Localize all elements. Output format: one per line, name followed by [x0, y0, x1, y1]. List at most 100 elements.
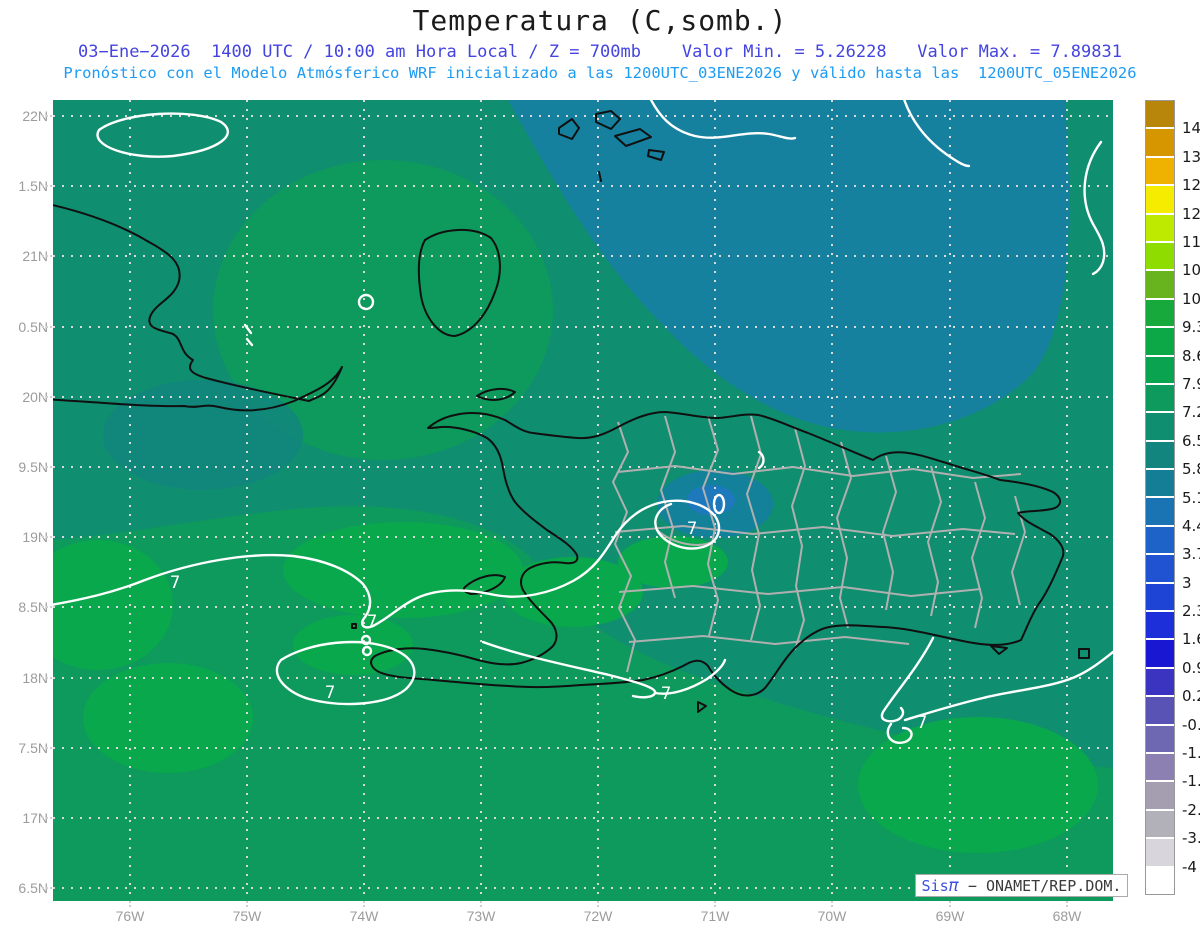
contour-label: 7: [917, 713, 927, 733]
lat-tick-label: 7.5N: [18, 740, 48, 756]
colorbar-cell: [1146, 526, 1174, 556]
lon-tick-label: 70W: [817, 908, 847, 924]
colorbar-cell: [1146, 299, 1174, 329]
colorbar-cell: [1146, 498, 1174, 527]
lat-tick-dots: [42, 606, 52, 608]
lat-tick-dots: [42, 185, 52, 187]
colorbar-cell: [1146, 810, 1174, 840]
colorbar-cell: [1146, 242, 1174, 272]
colorbar-tick-label: -1.2: [1182, 744, 1200, 763]
lat-tick-label: 19N: [22, 529, 48, 545]
watermark-org-text: − ONAMET/REP.DOM.: [967, 876, 1122, 895]
colorbar-tick-label: 12.1: [1182, 204, 1200, 223]
lat-tick-dots: [42, 115, 52, 117]
lon-tick: [363, 901, 365, 907]
pi-symbol: π: [948, 875, 959, 896]
watermark-box: Sis π − ONAMET/REP.DOM.: [915, 874, 1128, 897]
lat-tick-dots: [42, 326, 52, 328]
colorbar-tick-label: 2.3: [1182, 602, 1200, 621]
lon-tick-label: 71W: [700, 908, 730, 924]
colorbar-cell: [1146, 753, 1174, 783]
lat-tick-label: 8.5N: [18, 599, 48, 615]
colorbar-tick-label: -4: [1182, 857, 1197, 876]
colorbar-tick-label: 14.2: [1182, 119, 1200, 138]
colorbar-tick-label: -2.6: [1182, 800, 1200, 819]
lon-tick-label: 75W: [232, 908, 262, 924]
colorbar-tick-label: 8.6: [1182, 346, 1200, 365]
colorbar-tick-label: 6.5: [1182, 431, 1200, 450]
lat-tick-dots: [42, 817, 52, 819]
lon-tick: [480, 901, 482, 907]
colorbar-tick-label: 1.6: [1182, 630, 1200, 649]
colorbar-cell: [1146, 612, 1174, 641]
lat-tick-label: 20N: [22, 389, 48, 405]
colorbar-cell: [1146, 356, 1174, 385]
contour-label: 7: [367, 612, 377, 632]
watermark-org: [959, 877, 968, 895]
colorbar-cell: [1146, 782, 1174, 811]
colorbar-cell: [1146, 470, 1174, 499]
lat-tick-label: 0.5N: [18, 319, 48, 335]
lon-tick: [714, 901, 716, 907]
lat-tick-label: 6.5N: [18, 880, 48, 896]
colorbar-cell: [1146, 640, 1174, 669]
watermark-brand: Sis: [921, 876, 949, 895]
colorbar-tick-label: -0.5: [1182, 715, 1200, 734]
contour-label: 7: [170, 573, 180, 593]
lon-tick: [831, 901, 833, 907]
colorbar-tick-label: 0.9: [1182, 658, 1200, 677]
colorbar-cell: [1146, 129, 1174, 158]
lon-tick-label: 69W: [935, 908, 965, 924]
lon-tick: [949, 901, 951, 907]
colorbar-tick-label: 4.4: [1182, 516, 1200, 535]
lon-tick-label: 76W: [115, 908, 145, 924]
lon-tick-label: 68W: [1052, 908, 1082, 924]
colorbar-cell: [1146, 839, 1174, 868]
colorbar-tick-label: 5.1: [1182, 488, 1200, 507]
colorbar-tick-label: 7.2: [1182, 403, 1200, 422]
colorbar-tick-label: 0.2: [1182, 687, 1200, 706]
colorbar-tick-label: 13.5: [1182, 147, 1200, 166]
lat-tick-dots: [42, 466, 52, 468]
page-title: Temperatura (C,somb.): [412, 4, 788, 37]
lat-tick-label: 1.5N: [18, 178, 48, 194]
colorbar-tick-label: 10.7: [1182, 261, 1200, 280]
colorbar-cell: [1146, 725, 1174, 754]
lat-tick-dots: [42, 677, 52, 679]
colorbar-cell: [1146, 413, 1174, 442]
lon-tick: [246, 901, 248, 907]
colorbar-tick-label: 11.4: [1182, 232, 1200, 251]
model-info-line: Pronóstico con el Modelo Atmósferico WRF…: [63, 64, 1137, 82]
valid-time-line: 03−Ene−2026 1400 UTC / 10:00 am Hora Loc…: [78, 42, 1122, 62]
contour-label: 7: [661, 684, 671, 704]
lon-tick: [1066, 901, 1068, 907]
colorbar-tick-label: 7.9: [1182, 374, 1200, 393]
lat-tick-label: 22N: [22, 108, 48, 124]
temperature-colorbar: [1145, 100, 1175, 895]
colorbar-cell: [1146, 214, 1174, 243]
colorbar-cell: [1146, 697, 1174, 726]
colorbar-tick-label: -3.3: [1182, 829, 1200, 848]
colorbar-tick-label: 3.7: [1182, 545, 1200, 564]
colorbar-cell: [1146, 555, 1174, 584]
colorbar-cell: [1146, 384, 1174, 414]
lon-tick: [129, 901, 131, 907]
colorbar-cell: [1146, 583, 1174, 613]
colorbar-tick-label: 5.8: [1182, 460, 1200, 479]
colorbar-tick-label: 3: [1182, 573, 1192, 592]
lat-tick-dots: [42, 887, 52, 889]
temperature-field-map: 7 7 7 7 7 7: [53, 100, 1113, 901]
colorbar-tick-label: -1.9: [1182, 772, 1200, 791]
contour-label: 7: [687, 519, 697, 539]
lat-tick-dots: [42, 747, 52, 749]
colorbar-tick-label: 12.8: [1182, 176, 1200, 195]
weather-map-page: Temperatura (C,somb.) 03−Ene−2026 1400 U…: [0, 0, 1200, 927]
lat-tick-dots: [42, 396, 52, 398]
lat-tick-label: 18N: [22, 670, 48, 686]
colorbar-cell: [1146, 668, 1174, 698]
colorbar-cell: [1146, 867, 1174, 894]
colorbar-cell: [1146, 157, 1174, 187]
lon-tick-label: 74W: [349, 908, 379, 924]
lat-tick-dots: [42, 255, 52, 257]
map-plot-area: 7 7 7 7 7 7: [53, 100, 1113, 901]
